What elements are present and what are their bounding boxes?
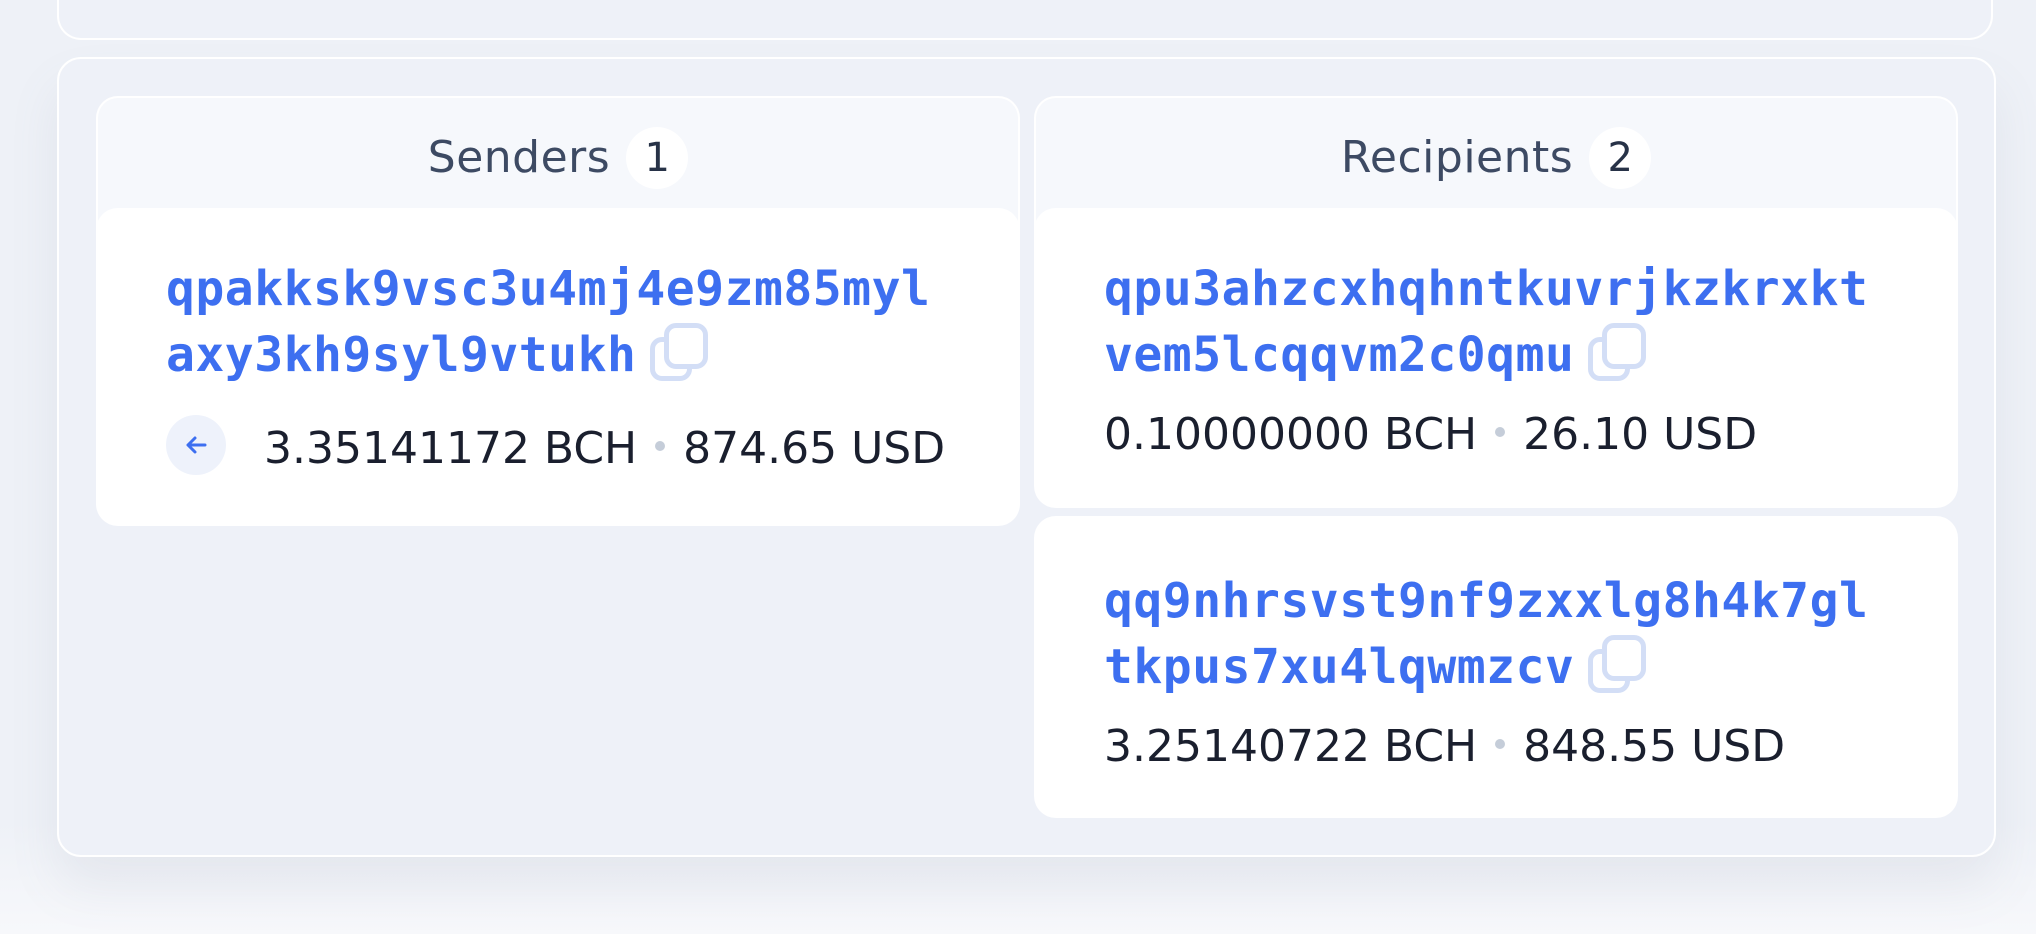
recipient-usd-amount: 26.10 USD [1523, 409, 1758, 460]
sender-address-link[interactable]: qpakksk9vsc3u4mj4e9zm85mylaxy3kh9syl9vtu… [166, 261, 930, 383]
recipient-address-link[interactable]: qpu3ahzcxhqhntkuvrjkzkrxktvem5lcqqvm2c0q… [1104, 261, 1868, 383]
copy-icon[interactable] [1588, 323, 1648, 383]
senders-count-badge: 1 [626, 126, 689, 189]
recipient-address-link[interactable]: qq9nhrsvst9nf9zxxlg8h4k7gltkpus7xu4lqwmz… [1104, 573, 1868, 695]
senders-title: Senders [427, 131, 611, 183]
copy-icon[interactable] [650, 323, 710, 383]
recipient-amount-row: 0.10000000 BCH 26.10 USD [1104, 400, 1958, 466]
recipient-amount-row: 3.25140722 BCH 848.55 USD [1104, 712, 1958, 778]
recipients-column: Recipients 2 qpu3ahzcxhqhntkuvrjkzkrxktve… [1034, 96, 1958, 818]
sender-usd-amount: 874.65 USD [683, 423, 946, 474]
recipient-card: qq9nhrsvst9nf9zxxlg8h4k7gltkpus7xu4lqwmz… [1034, 516, 1958, 818]
recipients-count-badge: 2 [1589, 126, 1652, 189]
inputs-outputs-panel: Senders 1 qpakksk9vsc3u4mj4e9zm85mylaxy3k… [57, 57, 1996, 857]
recipient-bch-amount: 3.25140722 BCH [1104, 721, 1478, 772]
recipient-usd-amount: 848.55 USD [1523, 721, 1786, 772]
copy-icon[interactable] [1588, 635, 1648, 695]
senders-column: Senders 1 qpakksk9vsc3u4mj4e9zm85mylaxy3k… [96, 96, 1020, 526]
recipient-address-block: qq9nhrsvst9nf9zxxlg8h4k7gltkpus7xu4lqwmz… [1104, 568, 1874, 700]
sender-amount-row: 3.35141172 BCH 874.65 USD [166, 414, 1020, 480]
recipient-card: qpu3ahzcxhqhntkuvrjkzkrxktvem5lcqqvm2c0q… [1034, 208, 1958, 508]
sender-address-block: qpakksk9vsc3u4mj4e9zm85mylaxy3kh9syl9vtu… [166, 256, 936, 388]
previous-panel [57, 0, 1993, 40]
separator-dot [1495, 739, 1506, 749]
recipient-address-block: qpu3ahzcxhqhntkuvrjkzkrxktvem5lcqqvm2c0q… [1104, 256, 1874, 388]
separator-dot [1495, 427, 1506, 437]
recipients-title: Recipients [1340, 131, 1574, 183]
recipient-bch-amount: 0.10000000 BCH [1104, 409, 1478, 460]
arrow-left-icon[interactable] [166, 415, 226, 475]
sender-card: qpakksk9vsc3u4mj4e9zm85mylaxy3kh9syl9vtu… [96, 208, 1020, 526]
sender-bch-amount: 3.35141172 BCH [264, 423, 638, 474]
separator-dot [655, 441, 666, 451]
